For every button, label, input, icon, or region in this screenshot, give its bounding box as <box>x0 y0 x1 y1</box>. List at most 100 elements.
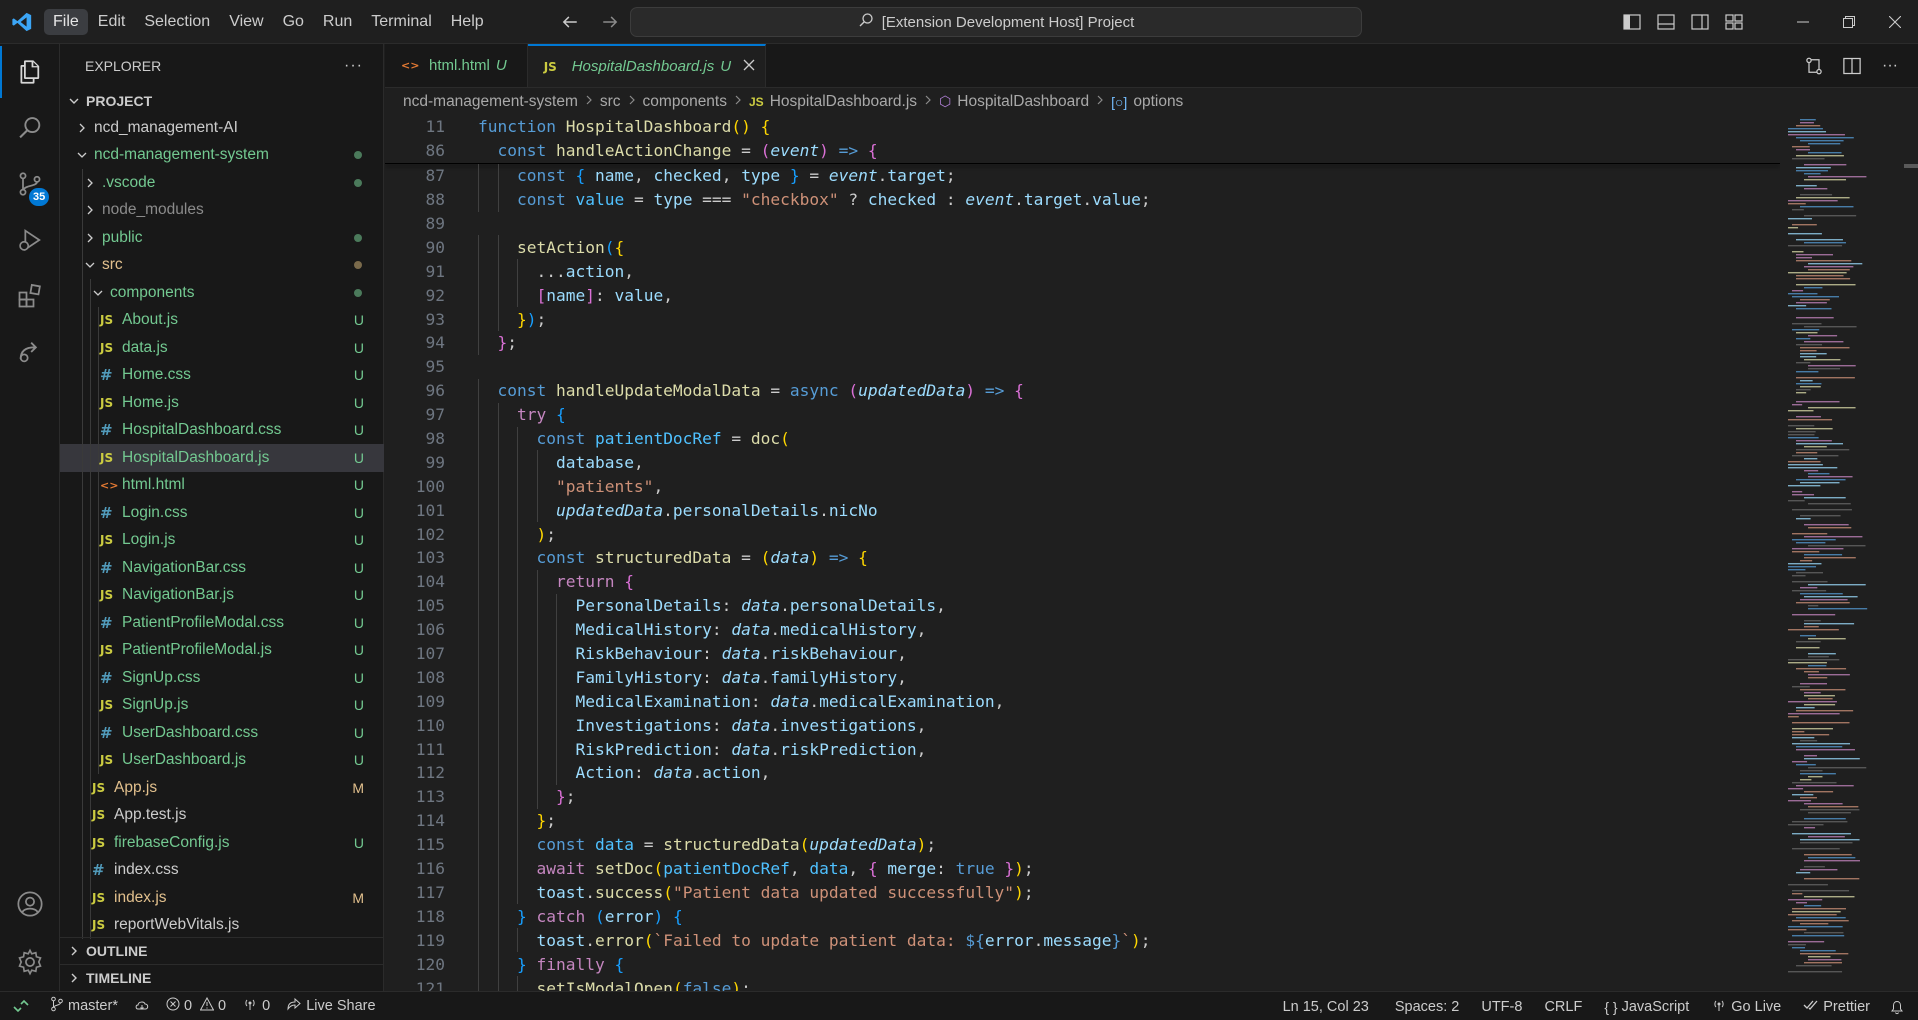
tree-file[interactable]: JS index.js M <box>60 884 384 912</box>
code-line[interactable]: 95 <box>385 355 1780 379</box>
tree-file[interactable]: # Login.css U <box>60 499 384 527</box>
run-debug-icon[interactable] <box>0 214 60 266</box>
tree-file[interactable]: JS Login.js U <box>60 526 384 554</box>
outline-section-header[interactable]: OUTLINE <box>60 937 384 964</box>
code-line[interactable]: 92 [name]: value, <box>385 283 1780 308</box>
sticky-scroll-line[interactable]: 86 const handleActionChange = (event) =>… <box>385 138 1780 163</box>
code-line[interactable]: 94 }; <box>385 331 1780 355</box>
remote-explorer-icon[interactable] <box>0 326 60 378</box>
more-actions-icon[interactable]: ··· <box>1876 52 1904 80</box>
encoding-selector[interactable]: UTF-8 <box>1473 992 1530 1020</box>
tree-file[interactable]: # index.css <box>60 856 384 884</box>
breadcrumb-property[interactable]: options <box>1133 93 1183 111</box>
code-line[interactable]: 107 RiskBehaviour: data.riskBehaviour, <box>385 641 1780 666</box>
live-share-button[interactable]: Live Share <box>278 992 383 1020</box>
code-line[interactable]: 89 <box>385 212 1780 236</box>
menu-terminal[interactable]: Terminal <box>362 9 440 35</box>
code-line[interactable]: 109 MedicalExamination: data.medicalExam… <box>385 689 1780 714</box>
code-line[interactable]: 101 updatedData.personalDetails.nicNo <box>385 498 1780 523</box>
command-center-search[interactable]: [Extension Development Host] Project <box>630 7 1362 37</box>
menu-selection[interactable]: Selection <box>135 9 219 35</box>
code-line[interactable]: 93 }); <box>385 307 1780 332</box>
menu-help[interactable]: Help <box>442 9 493 35</box>
tree-file[interactable]: # HospitalDashboard.css U <box>60 416 384 444</box>
code-line[interactable]: 113 }; <box>385 784 1780 809</box>
tab-html-html[interactable]: <> html.html U <box>385 44 528 87</box>
code-line[interactable]: 87 const { name, checked, type } = event… <box>385 163 1780 188</box>
go-forward-icon[interactable] <box>596 8 624 36</box>
code-line[interactable]: 103 const structuredData = (data) => { <box>385 546 1780 570</box>
close-tab-icon[interactable] <box>743 58 755 75</box>
account-icon[interactable] <box>0 878 60 930</box>
explorer-icon[interactable] <box>0 46 60 98</box>
go-back-icon[interactable] <box>556 8 584 36</box>
tree-folder[interactable]: ncd_management-AI <box>60 114 384 142</box>
menu-go[interactable]: Go <box>274 9 313 35</box>
code-line[interactable]: 91 ...action, <box>385 259 1780 284</box>
tree-folder[interactable]: ncd-management-system <box>60 142 384 170</box>
timeline-section-header[interactable]: TIMELINE <box>60 964 384 991</box>
code-line[interactable]: 102 ); <box>385 522 1780 547</box>
scrollbar-position-marker[interactable] <box>1904 164 1918 168</box>
notifications-bell-icon[interactable] <box>1882 992 1912 1020</box>
toggle-panel-icon[interactable] <box>1652 8 1680 36</box>
code-line[interactable]: 117 toast.success("Patient data updated … <box>385 880 1780 905</box>
sticky-scroll-line[interactable]: 11 function HospitalDashboard() { <box>385 115 1780 139</box>
tree-folder[interactable]: components <box>60 279 384 307</box>
code-line[interactable]: 97 try { <box>385 402 1780 427</box>
tree-file[interactable]: JS firebaseConfig.js U <box>60 829 384 857</box>
code-line[interactable]: 116 await setDoc(patientDocRef, data, { … <box>385 856 1780 881</box>
branch-indicator[interactable]: master* <box>42 992 126 1020</box>
code-line[interactable]: 104 return { <box>385 569 1780 594</box>
breadcrumb-item[interactable]: components <box>643 93 727 111</box>
more-actions-icon[interactable]: ··· <box>344 57 363 75</box>
tree-file[interactable]: JS Home.js U <box>60 389 384 417</box>
menu-file[interactable]: File <box>44 8 88 35</box>
breadcrumb-symbol[interactable]: HospitalDashboard <box>957 93 1089 111</box>
tree-file[interactable]: # Home.css U <box>60 361 384 389</box>
tree-file[interactable]: JS SignUp.js U <box>60 691 384 719</box>
code-line[interactable]: 120 } finally { <box>385 952 1780 977</box>
code-line[interactable]: 99 database, <box>385 450 1780 475</box>
code-line[interactable]: 121 setIsModalOpen(false); <box>385 976 1780 991</box>
code-line[interactable]: 105 PersonalDetails: data.personalDetail… <box>385 593 1780 618</box>
tree-folder[interactable]: node_modules <box>60 196 384 224</box>
minimap[interactable] <box>1780 115 1918 991</box>
tree-file[interactable]: # PatientProfileModal.css U <box>60 609 384 637</box>
tree-file[interactable]: JS App.test.js <box>60 801 384 829</box>
breadcrumb-file[interactable]: HospitalDashboard.js <box>770 93 917 111</box>
minimize-icon[interactable] <box>1780 0 1826 44</box>
search-icon[interactable] <box>0 102 60 154</box>
tree-file[interactable]: JS HospitalDashboard.js U <box>60 444 384 472</box>
split-editor-icon[interactable] <box>1838 52 1866 80</box>
tree-file[interactable]: JS PatientProfileModal.js U <box>60 636 384 664</box>
code-line[interactable]: 115 const data = structuredData(updatedD… <box>385 832 1780 857</box>
code-line[interactable]: 98 const patientDocRef = doc( <box>385 426 1780 451</box>
sync-icon[interactable] <box>126 992 158 1020</box>
indentation-selector[interactable]: Spaces: 2 <box>1387 992 1468 1020</box>
tree-file[interactable]: <> html.html U <box>60 471 384 499</box>
code-line[interactable]: 96 const handleUpdateModalData = async (… <box>385 378 1780 403</box>
code-editor[interactable]: 11 function HospitalDashboard() {86 const… <box>385 115 1780 991</box>
customize-layout-icon[interactable] <box>1720 8 1748 36</box>
tree-file[interactable]: JS App.js M <box>60 774 384 802</box>
prettier-button[interactable]: Prettier <box>1795 992 1878 1020</box>
code-line[interactable]: 112 Action: data.action, <box>385 761 1780 785</box>
code-line[interactable]: 100 "patients", <box>385 474 1780 499</box>
tree-file[interactable]: JS About.js U <box>60 306 384 334</box>
open-changes-icon[interactable] <box>1800 52 1828 80</box>
tree-folder[interactable]: src <box>60 251 384 279</box>
language-mode-selector[interactable]: { } JavaScript <box>1596 992 1697 1020</box>
toggle-secondary-sidebar-icon[interactable] <box>1686 8 1714 36</box>
breadcrumb-item[interactable]: src <box>600 93 621 111</box>
extensions-icon[interactable] <box>0 270 60 322</box>
tree-file[interactable]: # UserDashboard.css U <box>60 719 384 747</box>
ports-indicator[interactable]: 0 <box>234 992 278 1020</box>
tree-folder[interactable]: .vscode <box>60 169 384 197</box>
close-window-icon[interactable] <box>1872 0 1918 44</box>
code-line[interactable]: 108 FamilyHistory: data.familyHistory, <box>385 665 1780 690</box>
manage-gear-icon[interactable] <box>0 936 60 988</box>
tree-file[interactable]: JS UserDashboard.js U <box>60 746 384 774</box>
breadcrumb-item[interactable]: ncd-management-system <box>403 93 578 111</box>
tree-file[interactable]: JS NavigationBar.js U <box>60 581 384 609</box>
